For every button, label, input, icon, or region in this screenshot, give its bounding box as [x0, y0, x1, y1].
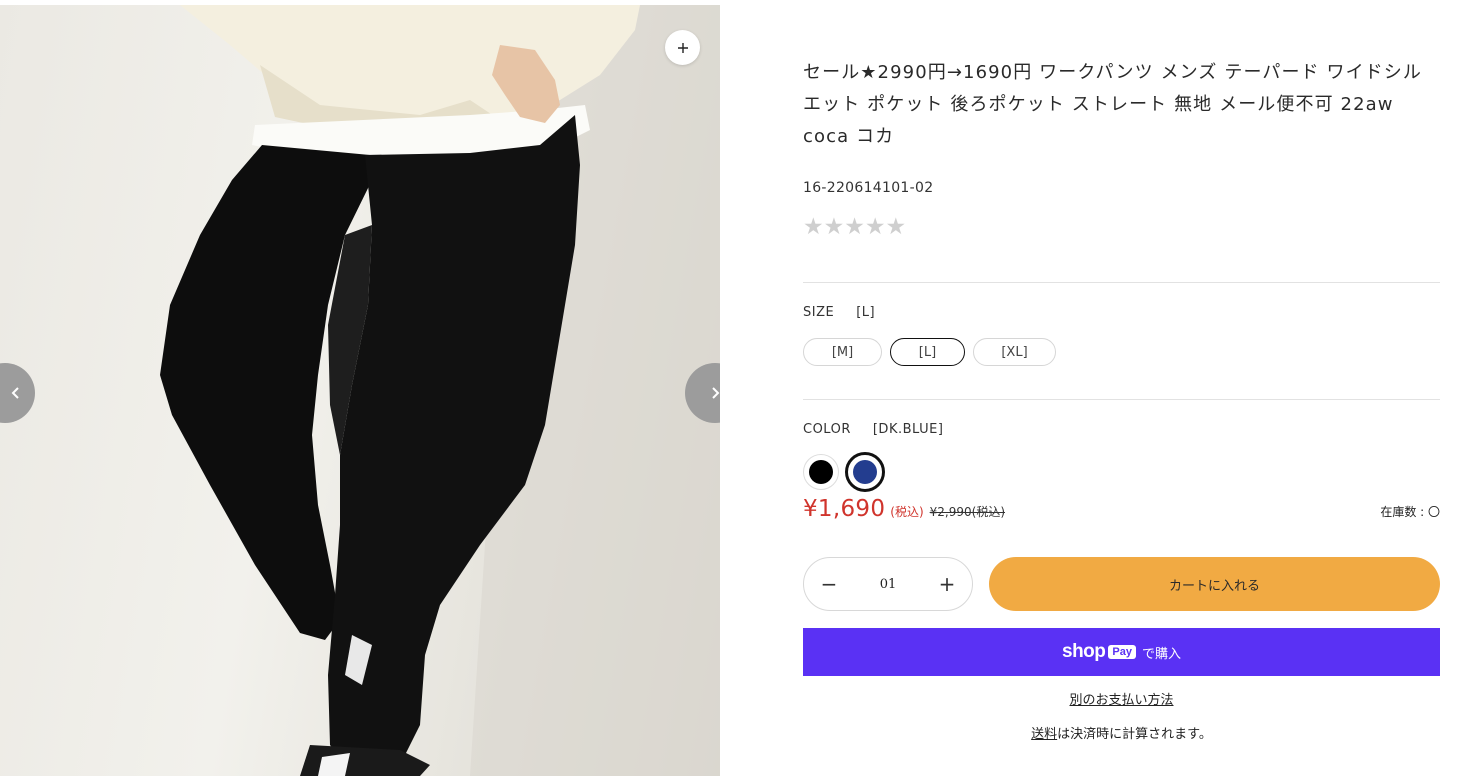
zoom-button[interactable] — [665, 30, 700, 65]
product-sku: 16-220614101-02 — [803, 180, 934, 196]
color-swatch-dk-blue-fill — [853, 460, 877, 484]
shipping-note: 送料は決済時に計算されます。 — [803, 723, 1440, 742]
rating-stars: ★★★★★ — [803, 214, 907, 240]
product-title: セール★2990円→1690円 ワークパンツ メンズ テーパード ワイドシルエッ… — [803, 62, 1422, 147]
size-selector: [M] [L] [XL] — [803, 338, 1056, 366]
color-label: COLOR — [803, 422, 851, 437]
shipping-note-text: は決済時に計算されます。 — [1057, 727, 1212, 742]
size-option-m[interactable]: [M] — [803, 338, 882, 366]
quantity-decrease-button[interactable]: − — [820, 572, 838, 596]
original-price: ¥2,990(税込) — [929, 505, 1006, 519]
divider — [803, 399, 1440, 400]
size-option-l[interactable]: [L] — [890, 338, 965, 366]
product-image-gallery — [0, 5, 720, 776]
chevron-left-icon — [11, 387, 19, 399]
shop-pay-buy-label: で購入 — [1141, 646, 1181, 662]
size-option-label: SIZE [L] — [803, 305, 875, 320]
color-swatch-black-fill — [809, 460, 833, 484]
shipping-link[interactable]: 送料 — [1031, 727, 1057, 742]
color-option-label: COLOR [DK.BLUE] — [803, 422, 943, 437]
divider — [803, 282, 1440, 283]
quantity-value[interactable]: 01 — [880, 577, 897, 592]
color-swatch-dk-blue[interactable] — [845, 452, 885, 492]
shop-pay-logo-pay: Pay — [1108, 645, 1136, 659]
shop-pay-button[interactable]: shop Pay で購入 — [803, 628, 1440, 676]
quantity-stepper: − 01 + — [803, 557, 973, 611]
add-to-cart-button[interactable]: カートに入れる — [989, 557, 1440, 611]
more-payment-options-link[interactable]: 別のお支払い方法 — [803, 689, 1440, 708]
size-label: SIZE — [803, 305, 835, 320]
product-photo — [160, 5, 720, 776]
chevron-right-icon — [712, 387, 720, 399]
plus-icon — [677, 42, 688, 53]
size-option-xl[interactable]: [XL] — [973, 338, 1056, 366]
color-selector — [803, 452, 885, 492]
price-block: ¥1,690 (税込) ¥2,990(税込) — [803, 496, 1005, 522]
color-selected-value: [DK.BLUE] — [872, 422, 944, 437]
quantity-increase-button[interactable]: + — [938, 572, 956, 596]
size-selected-value: [L] — [856, 305, 876, 320]
color-swatch-black[interactable] — [803, 454, 839, 490]
sale-price: ¥1,690 — [803, 496, 886, 522]
stock-status: 在庫数 : 〇 — [1380, 505, 1440, 519]
tax-note: (税込) — [890, 505, 924, 519]
shop-pay-logo-shop: shop — [1062, 641, 1106, 662]
